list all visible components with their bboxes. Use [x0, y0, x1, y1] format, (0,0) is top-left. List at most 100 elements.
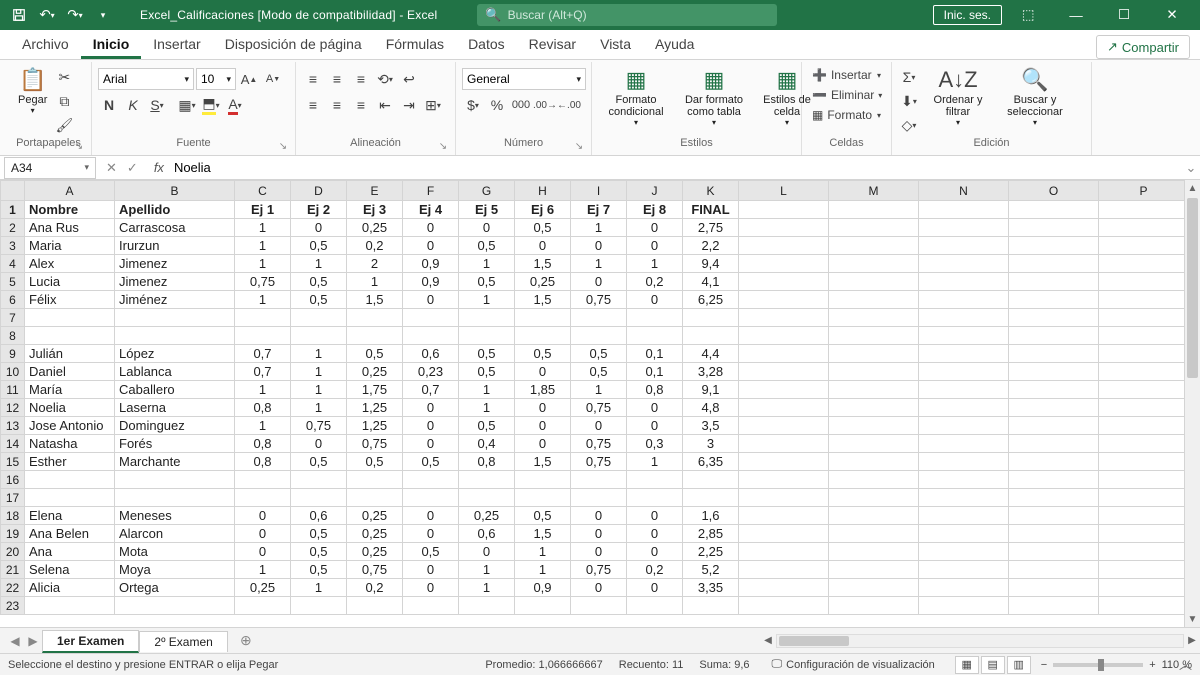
cell[interactable]: 1,5 — [515, 291, 571, 309]
cell[interactable]: Elena — [25, 507, 115, 525]
cell[interactable] — [829, 309, 919, 327]
cell[interactable]: 1 — [291, 345, 347, 363]
cell[interactable] — [919, 471, 1009, 489]
cell[interactable]: 3,35 — [683, 579, 739, 597]
find-select-button[interactable]: 🔍Buscar y seleccionar▾ — [996, 64, 1074, 137]
cell[interactable]: Moya — [115, 561, 235, 579]
cell[interactable]: 0 — [627, 525, 683, 543]
fx-icon[interactable]: fx — [148, 160, 170, 175]
cell[interactable]: Jose Antonio — [25, 417, 115, 435]
cell[interactable]: 0 — [571, 579, 627, 597]
cell[interactable]: Ej 5 — [459, 201, 515, 219]
cell[interactable]: 9,1 — [683, 381, 739, 399]
cell[interactable] — [829, 201, 919, 219]
alignment-launcher[interactable]: ↘ — [437, 141, 449, 153]
cell[interactable]: 0 — [515, 363, 571, 381]
cell[interactable]: 6,35 — [683, 453, 739, 471]
cell[interactable]: 0,5 — [571, 363, 627, 381]
row-header[interactable]: 12 — [1, 399, 25, 417]
cell[interactable] — [683, 471, 739, 489]
cell[interactable]: 0,5 — [347, 453, 403, 471]
font-size-combo[interactable]: ▾ — [196, 68, 236, 90]
cell[interactable]: 0,75 — [571, 561, 627, 579]
cell[interactable] — [1009, 399, 1099, 417]
cell[interactable] — [739, 579, 829, 597]
cell[interactable] — [739, 399, 829, 417]
cell[interactable] — [571, 489, 627, 507]
row-header[interactable]: 11 — [1, 381, 25, 399]
column-header[interactable]: H — [515, 181, 571, 201]
expand-formula-bar-button[interactable]: ⌄ — [1182, 160, 1200, 176]
page-layout-view-button[interactable]: ▤ — [981, 656, 1005, 674]
cell[interactable] — [347, 309, 403, 327]
cell[interactable]: 0,8 — [235, 435, 291, 453]
cell[interactable] — [829, 579, 919, 597]
cell[interactable]: López — [115, 345, 235, 363]
cell[interactable] — [739, 237, 829, 255]
cell[interactable]: 3,5 — [683, 417, 739, 435]
decrease-decimal-button[interactable]: ←.00 — [558, 94, 580, 116]
cell[interactable]: 0 — [515, 399, 571, 417]
cell[interactable] — [919, 381, 1009, 399]
cell[interactable] — [235, 471, 291, 489]
cell[interactable] — [627, 309, 683, 327]
cell[interactable]: 0,5 — [459, 273, 515, 291]
column-header[interactable]: E — [347, 181, 403, 201]
cell[interactable]: 1 — [459, 399, 515, 417]
cell[interactable] — [829, 255, 919, 273]
maximize-button[interactable]: ☐ — [1102, 1, 1146, 29]
row-header[interactable]: 2 — [1, 219, 25, 237]
align-left-button[interactable]: ≡ — [302, 94, 324, 116]
minimize-button[interactable]: — — [1054, 1, 1098, 29]
cell[interactable]: 0 — [403, 579, 459, 597]
cell[interactable] — [515, 327, 571, 345]
cell[interactable]: 0,8 — [235, 453, 291, 471]
cell[interactable]: 1 — [571, 219, 627, 237]
cell[interactable] — [1099, 525, 1185, 543]
cell[interactable]: Ana — [25, 543, 115, 561]
cell[interactable] — [683, 327, 739, 345]
cell[interactable]: 2,75 — [683, 219, 739, 237]
cell[interactable] — [683, 489, 739, 507]
cell[interactable] — [25, 471, 115, 489]
align-bottom-button[interactable]: ≡ — [350, 68, 372, 90]
cell[interactable]: 0,7 — [403, 381, 459, 399]
column-header[interactable]: M — [829, 181, 919, 201]
italic-button[interactable]: K — [122, 94, 144, 116]
cell[interactable] — [25, 309, 115, 327]
cell[interactable] — [919, 399, 1009, 417]
cell[interactable]: 0 — [571, 273, 627, 291]
ribbon-display-options-button[interactable]: ⬚ — [1006, 1, 1050, 29]
cell[interactable] — [829, 525, 919, 543]
cell[interactable] — [739, 525, 829, 543]
cell[interactable] — [403, 309, 459, 327]
cell[interactable] — [829, 363, 919, 381]
cell[interactable] — [919, 327, 1009, 345]
ribbon-tab-revisar[interactable]: Revisar — [517, 31, 588, 59]
cell[interactable] — [1099, 273, 1185, 291]
cell[interactable] — [459, 327, 515, 345]
cell[interactable]: 0,2 — [627, 273, 683, 291]
cell[interactable]: 0,5 — [515, 219, 571, 237]
name-box[interactable]: A34▾ — [4, 157, 96, 179]
clear-button[interactable]: ◇▾ — [898, 114, 920, 136]
cell[interactable]: FINAL — [683, 201, 739, 219]
cell[interactable]: Alarcon — [115, 525, 235, 543]
ribbon-tab-ayuda[interactable]: Ayuda — [643, 31, 706, 59]
cell[interactable]: Apellido — [115, 201, 235, 219]
cell[interactable] — [739, 309, 829, 327]
increase-font-button[interactable]: A▲ — [238, 68, 260, 90]
cell[interactable] — [1099, 435, 1185, 453]
cell[interactable]: 0 — [571, 417, 627, 435]
row-header[interactable]: 23 — [1, 597, 25, 615]
cell[interactable]: Jimenez — [115, 273, 235, 291]
cell[interactable] — [829, 471, 919, 489]
cell[interactable] — [829, 561, 919, 579]
cell[interactable] — [829, 543, 919, 561]
cell[interactable]: Forés — [115, 435, 235, 453]
cell[interactable] — [739, 453, 829, 471]
cell[interactable]: 1 — [571, 381, 627, 399]
cell[interactable]: 0,5 — [291, 453, 347, 471]
cell[interactable]: 0,5 — [515, 345, 571, 363]
spreadsheet-grid[interactable]: ABCDEFGHIJKLMNOP1NombreApellidoEj 1Ej 2E… — [0, 180, 1184, 627]
